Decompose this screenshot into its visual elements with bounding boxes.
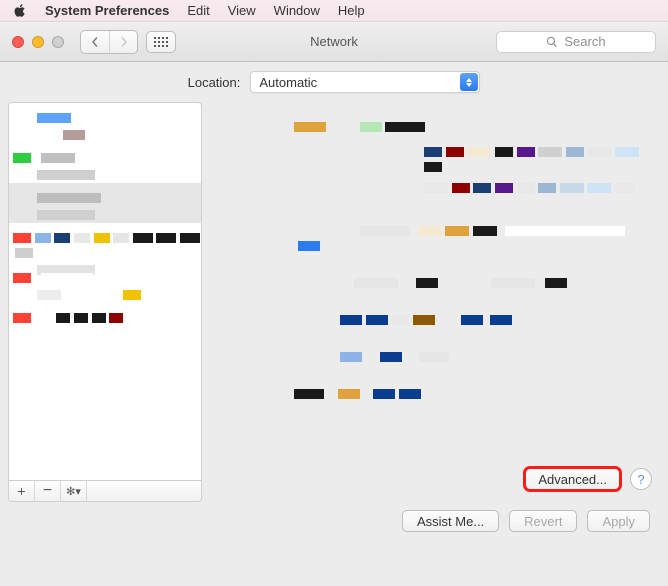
services-toolbar: + − ✻▾ bbox=[9, 480, 201, 501]
menubar: System Preferences Edit View Window Help bbox=[0, 0, 668, 22]
search-icon bbox=[546, 36, 558, 48]
bottom-buttons: Assist Me... Revert Apply bbox=[0, 502, 668, 532]
detail-content bbox=[294, 120, 650, 402]
grid-icon bbox=[154, 37, 168, 47]
network-service-item[interactable] bbox=[9, 103, 201, 143]
zoom-window-button bbox=[52, 36, 64, 48]
network-services-list: + − ✻▾ bbox=[8, 102, 202, 502]
window-controls bbox=[12, 36, 64, 48]
location-row: Location: Automatic bbox=[0, 62, 668, 102]
network-service-item[interactable] bbox=[9, 303, 201, 343]
forward-button[interactable] bbox=[109, 31, 137, 53]
apple-menu-icon[interactable] bbox=[14, 4, 27, 17]
minus-icon: − bbox=[43, 483, 52, 499]
location-label: Location: bbox=[188, 75, 241, 90]
gear-icon: ✻▾ bbox=[66, 485, 81, 498]
location-popup[interactable]: Automatic bbox=[250, 71, 480, 93]
window-toolbar: Network Search bbox=[0, 22, 668, 62]
services-toolbar-filler bbox=[87, 481, 201, 501]
search-placeholder: Search bbox=[564, 34, 605, 49]
menubar-help[interactable]: Help bbox=[338, 3, 365, 18]
show-all-button[interactable] bbox=[146, 31, 176, 53]
question-icon: ? bbox=[637, 472, 644, 487]
location-value: Automatic bbox=[259, 75, 317, 90]
assist-me-button[interactable]: Assist Me... bbox=[402, 510, 499, 532]
plus-icon: + bbox=[17, 484, 25, 498]
help-button[interactable]: ? bbox=[630, 468, 652, 490]
search-field[interactable]: Search bbox=[496, 31, 656, 53]
popup-arrows-icon bbox=[460, 73, 478, 91]
advanced-button[interactable]: Advanced... bbox=[525, 468, 620, 490]
network-service-item[interactable] bbox=[9, 223, 201, 263]
nav-buttons bbox=[80, 30, 138, 54]
network-detail-pane: Advanced... ? bbox=[214, 102, 660, 502]
menubar-edit[interactable]: Edit bbox=[187, 3, 209, 18]
services-actions-button[interactable]: ✻▾ bbox=[61, 481, 87, 501]
menubar-window[interactable]: Window bbox=[274, 3, 320, 18]
minimize-window-button[interactable] bbox=[32, 36, 44, 48]
close-window-button[interactable] bbox=[12, 36, 24, 48]
network-service-item[interactable] bbox=[9, 143, 201, 183]
revert-button: Revert bbox=[509, 510, 577, 532]
add-service-button[interactable]: + bbox=[9, 481, 35, 501]
network-service-item[interactable] bbox=[9, 183, 201, 223]
back-button[interactable] bbox=[81, 31, 109, 53]
menubar-app[interactable]: System Preferences bbox=[45, 3, 169, 18]
menubar-view[interactable]: View bbox=[228, 3, 256, 18]
remove-service-button[interactable]: − bbox=[35, 481, 61, 501]
network-services-scroll[interactable] bbox=[9, 103, 201, 480]
window-title: Network bbox=[310, 34, 358, 49]
apply-button: Apply bbox=[587, 510, 650, 532]
